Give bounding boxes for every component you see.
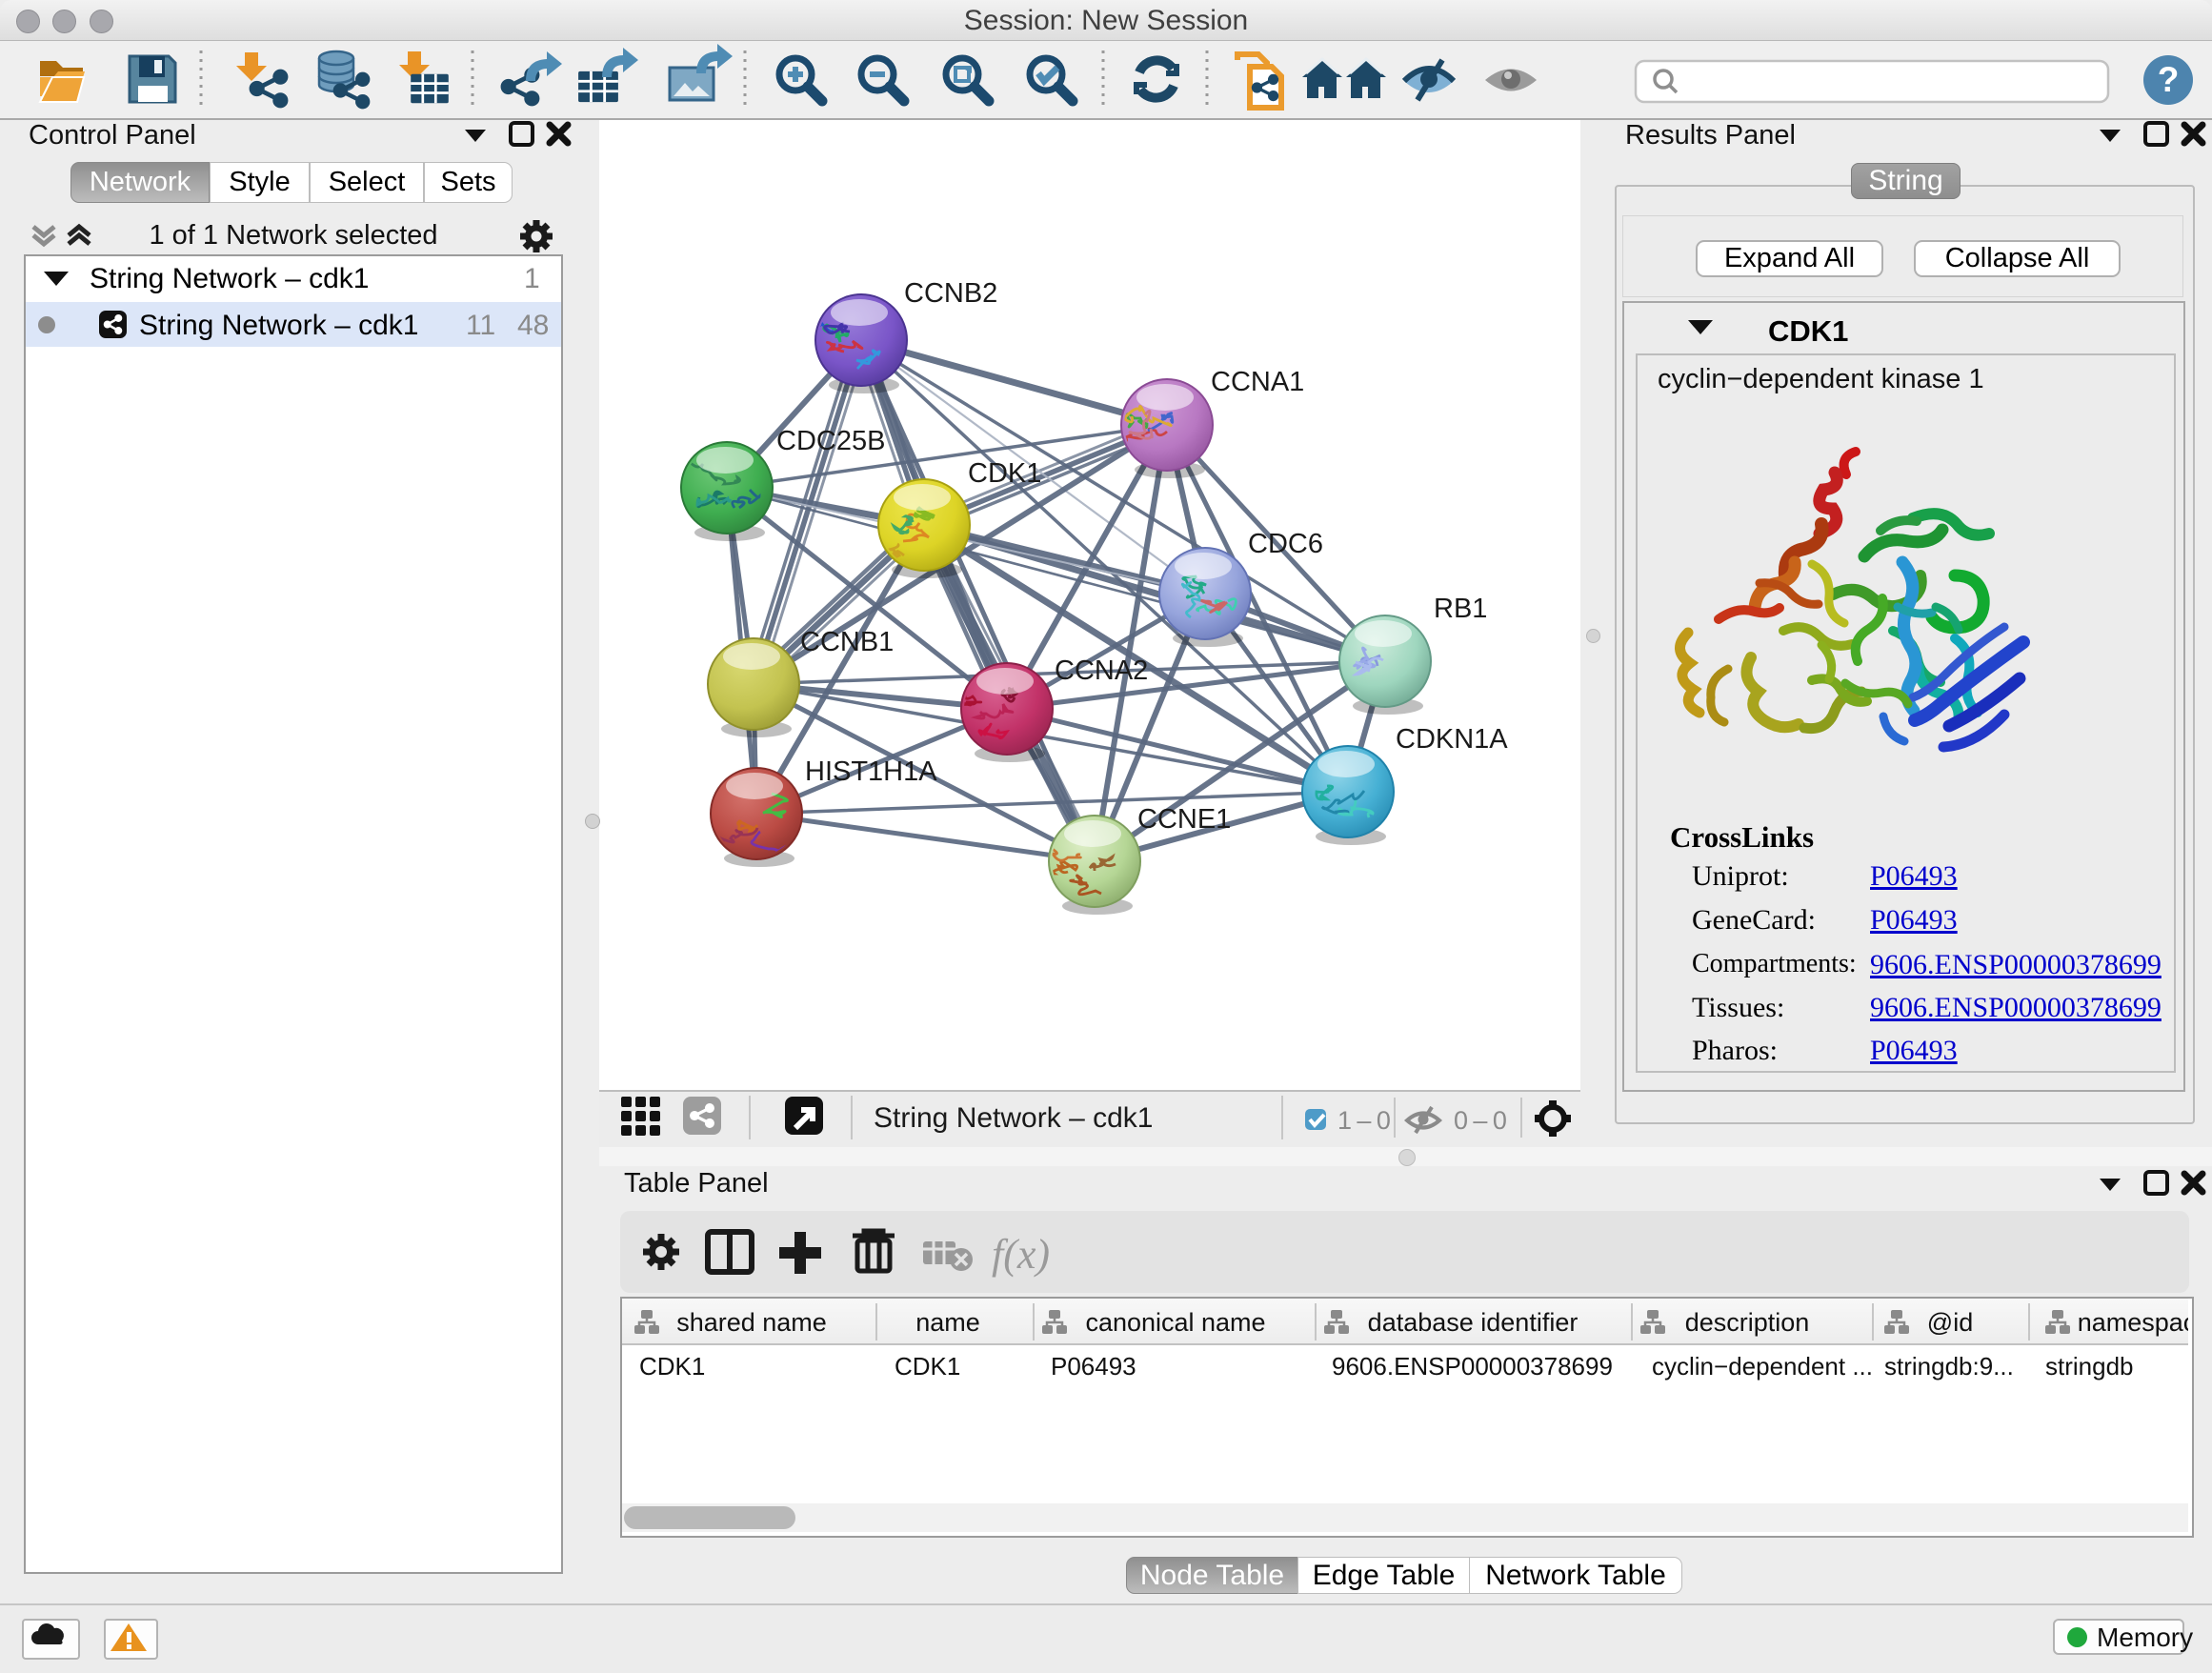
svg-text:@id: @id xyxy=(1927,1308,1973,1337)
svg-text:CDKN1A: CDKN1A xyxy=(1396,724,1508,755)
svg-text:String Network – cdk1: String Network – cdk1 xyxy=(874,1102,1153,1134)
svg-text:CCNB2: CCNB2 xyxy=(904,278,997,309)
svg-text:0 – 0: 0 – 0 xyxy=(1454,1106,1507,1135)
svg-text:CCNE1: CCNE1 xyxy=(1137,804,1231,835)
svg-text:f(x): f(x) xyxy=(992,1231,1050,1278)
svg-text:CDC25B: CDC25B xyxy=(776,426,885,456)
svg-text:namespac: namespac xyxy=(2078,1308,2188,1337)
svg-text:description: description xyxy=(1685,1308,1810,1337)
svg-text:1 – 0: 1 – 0 xyxy=(1337,1106,1391,1135)
svg-text:CDK1: CDK1 xyxy=(968,458,1041,489)
svg-text:CCNA2: CCNA2 xyxy=(1055,655,1148,686)
svg-text:database identifier: database identifier xyxy=(1368,1308,1579,1337)
svg-text:HIST1H1A: HIST1H1A xyxy=(805,756,937,787)
svg-text:canonical name: canonical name xyxy=(1085,1308,1265,1337)
svg-text:shared name: shared name xyxy=(676,1308,827,1337)
svg-text:CCNA1: CCNA1 xyxy=(1211,367,1304,397)
svg-text:name: name xyxy=(915,1308,980,1337)
svg-text:RB1: RB1 xyxy=(1434,594,1487,624)
svg-text:CDC6: CDC6 xyxy=(1248,529,1323,559)
svg-text:?: ? xyxy=(2158,60,2180,99)
svg-text:CCNB1: CCNB1 xyxy=(800,627,894,657)
